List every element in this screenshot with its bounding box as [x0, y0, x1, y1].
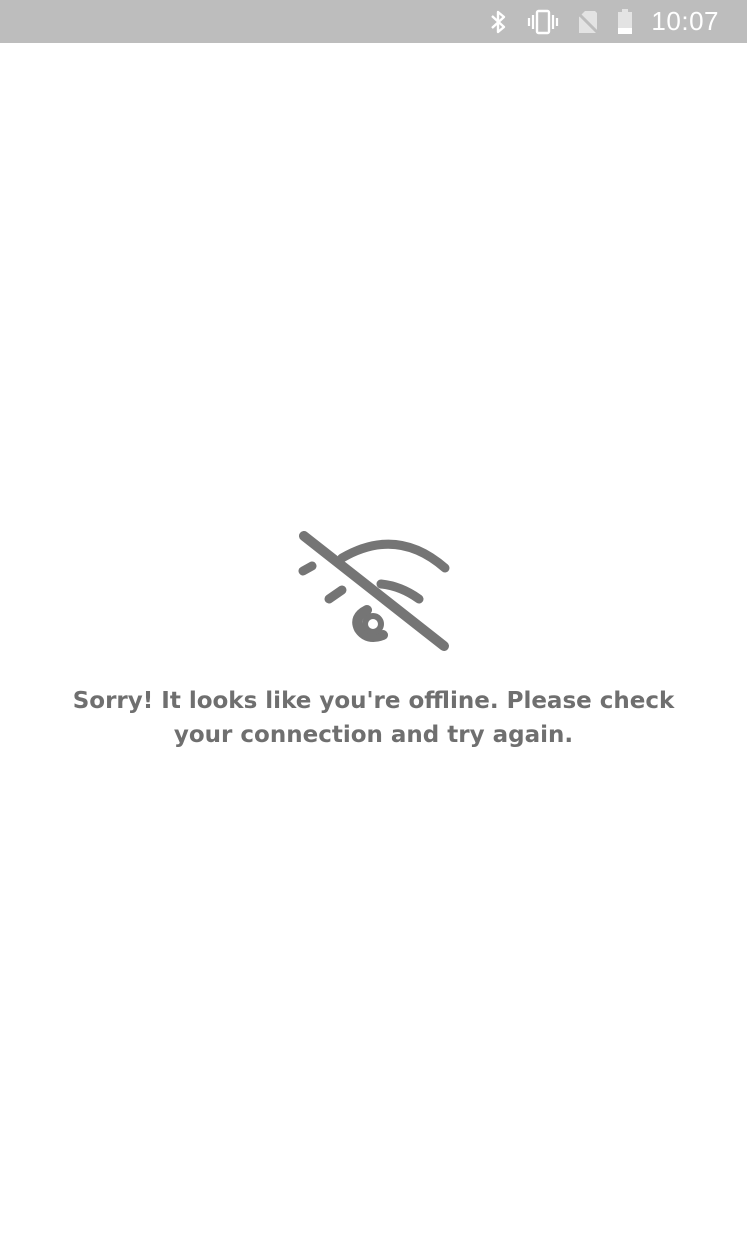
wifi-off-icon: [297, 531, 452, 656]
offline-screen: Sorry! It looks like you're offline. Ple…: [0, 43, 747, 1237]
vibrate-icon: [527, 9, 559, 35]
status-time: 10:07: [651, 6, 719, 36]
no-sim-icon: [577, 9, 600, 35]
status-bar: 10:07: [0, 0, 747, 43]
battery-icon: [617, 8, 633, 35]
bluetooth-icon: [489, 9, 509, 35]
offline-message: Sorry! It looks like you're offline. Ple…: [72, 688, 675, 748]
status-icons: 10:07: [489, 0, 719, 43]
